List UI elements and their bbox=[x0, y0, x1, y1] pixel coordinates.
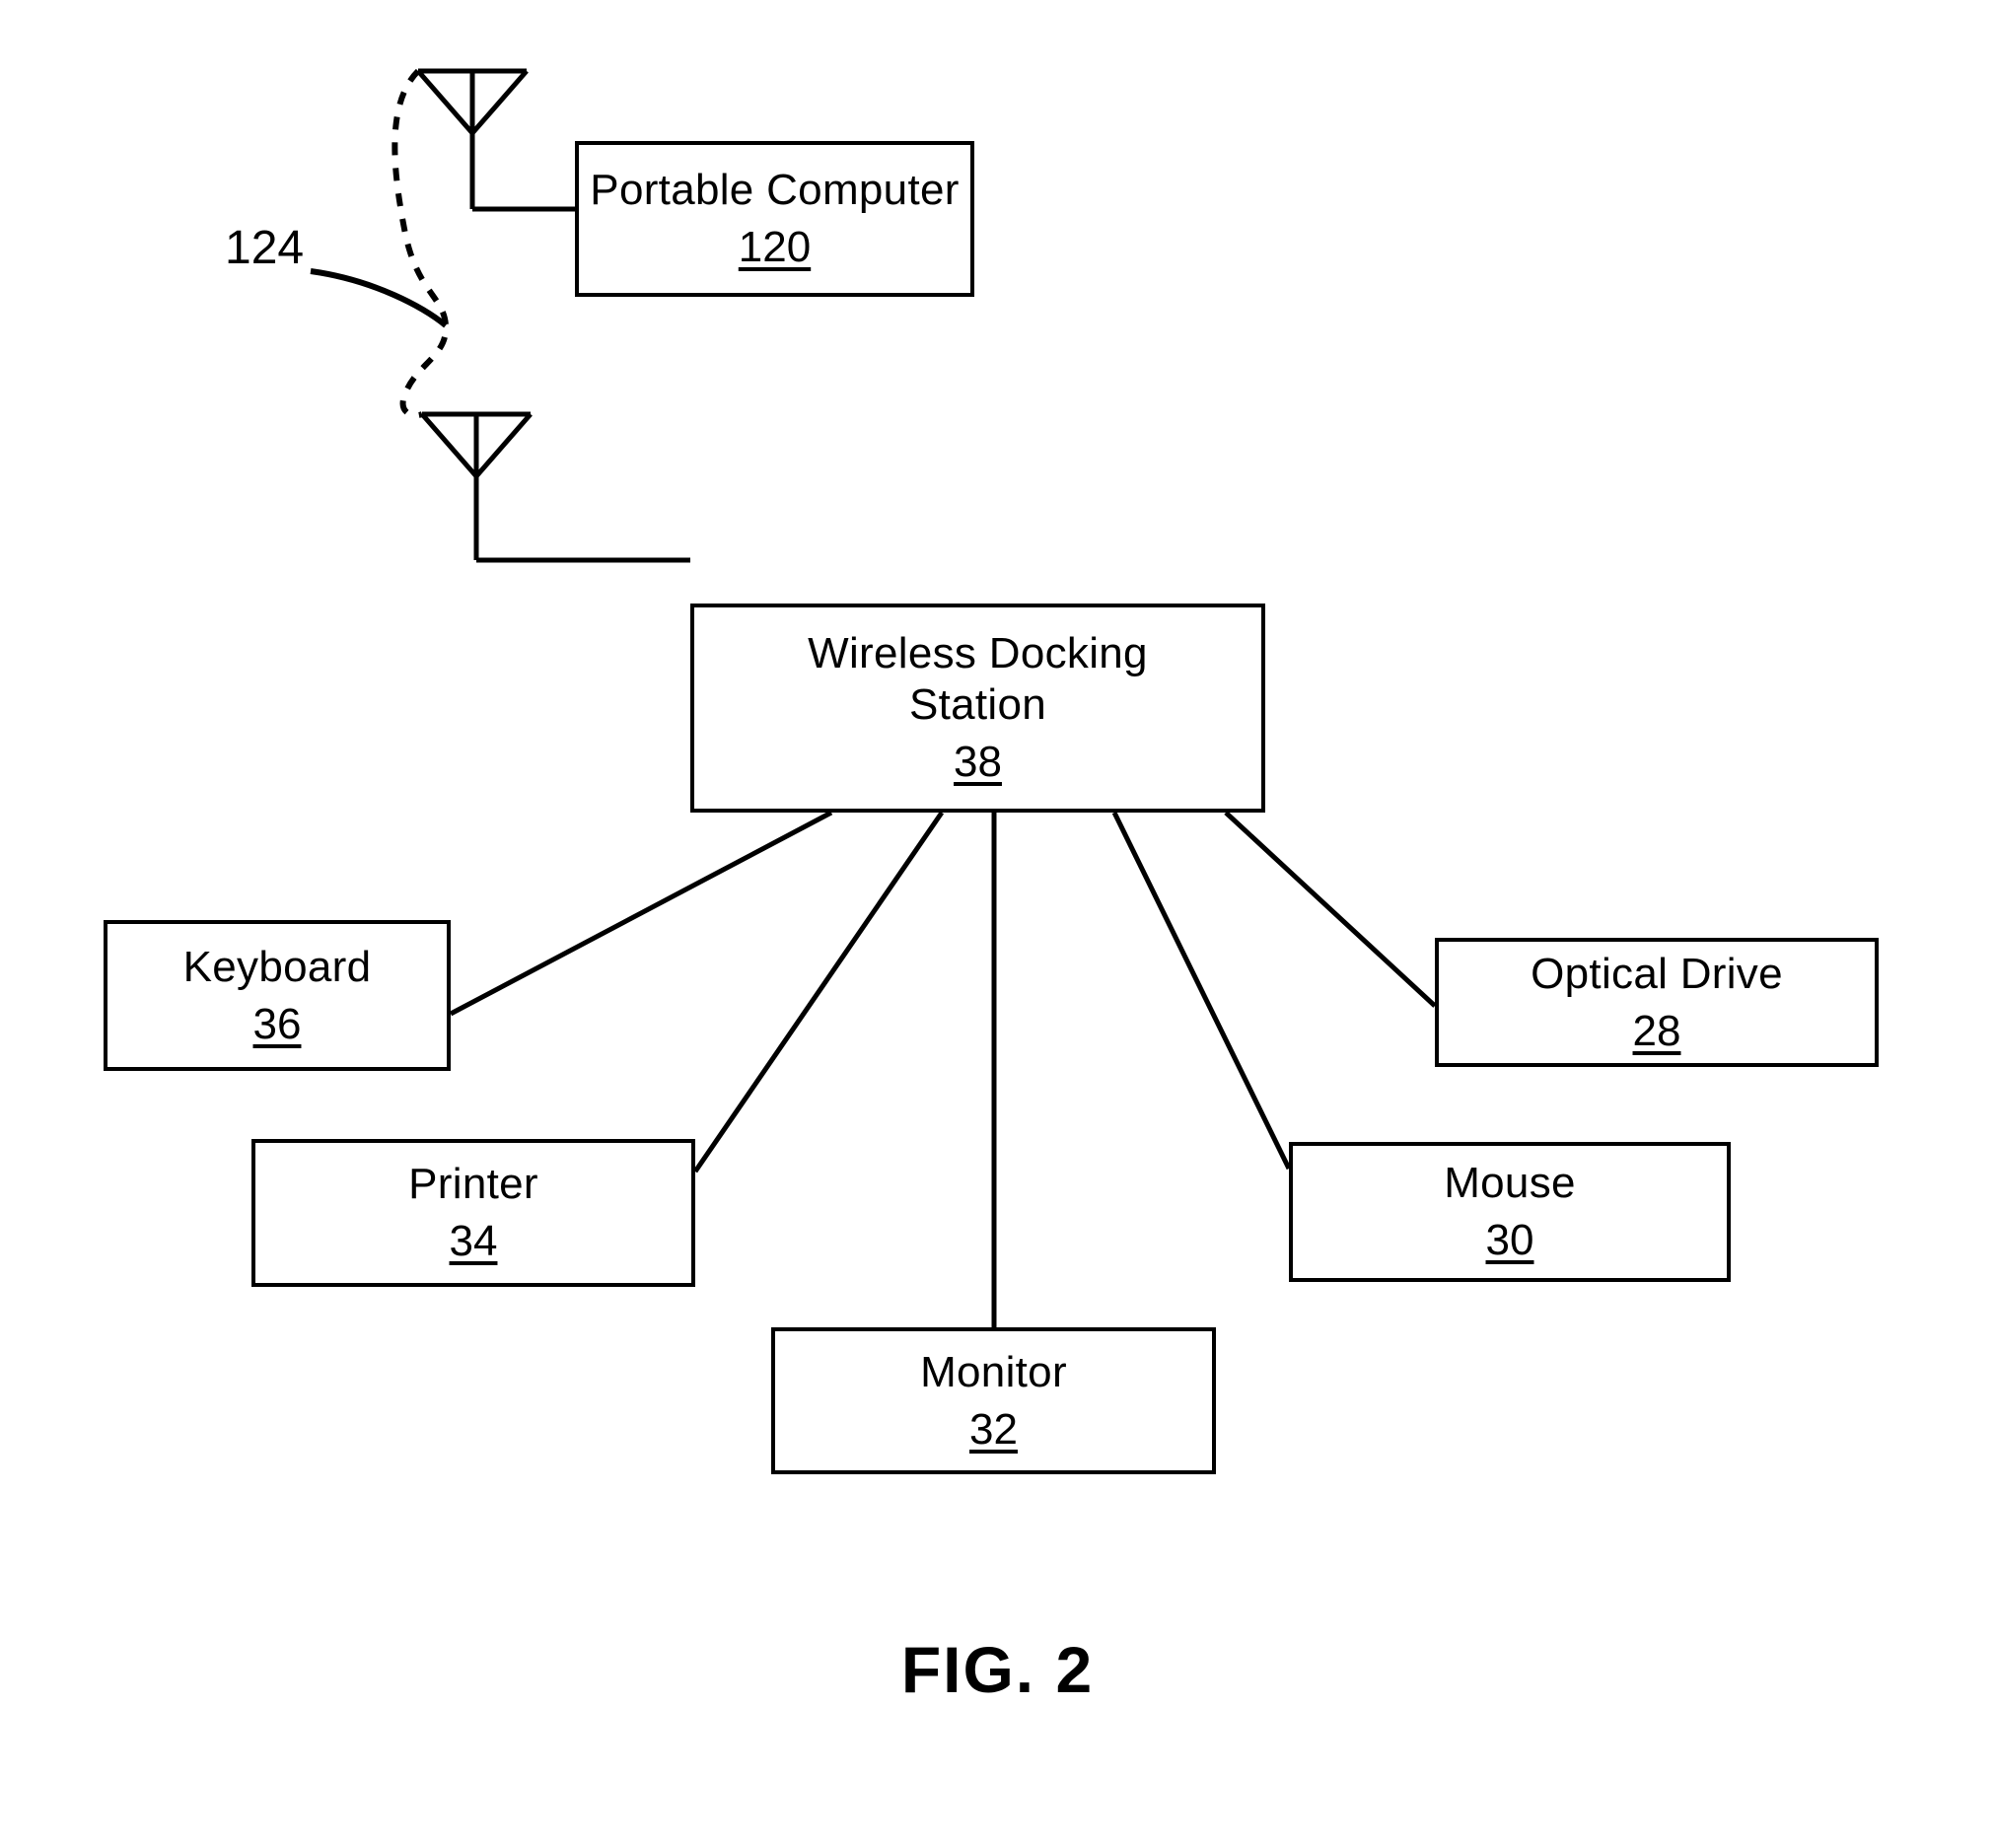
node-monitor-ref: 32 bbox=[969, 1404, 1018, 1454]
node-wireless-docking-station-ref: 38 bbox=[954, 737, 1002, 786]
link-docking-to-keyboard bbox=[449, 810, 833, 1017]
wireless-link-dashed-curve bbox=[392, 68, 450, 419]
node-mouse-label: Mouse bbox=[1444, 1159, 1576, 1208]
node-portable-computer-label: Portable Computer bbox=[590, 166, 960, 215]
link-docking-to-optical-drive bbox=[1224, 811, 1437, 1008]
link-docking-to-mouse bbox=[1111, 811, 1292, 1171]
node-wireless-docking-station-label: Wireless Docking Station bbox=[808, 629, 1148, 730]
node-printer-ref: 34 bbox=[449, 1217, 498, 1265]
callout-leader-124 bbox=[310, 268, 448, 328]
node-optical-drive-label: Optical Drive bbox=[1531, 949, 1783, 998]
antenna-icon-top bbox=[416, 68, 575, 212]
node-mouse-ref: 30 bbox=[1485, 1216, 1534, 1264]
node-optical-drive[interactable]: Optical Drive 28 bbox=[1435, 938, 1879, 1067]
node-optical-drive-ref: 28 bbox=[1632, 1006, 1681, 1055]
node-mouse[interactable]: Mouse 30 bbox=[1289, 1142, 1731, 1282]
node-printer[interactable]: Printer 34 bbox=[251, 1139, 695, 1287]
node-keyboard-ref: 36 bbox=[252, 999, 302, 1048]
callout-ref-124: 124 bbox=[225, 222, 305, 274]
figure-caption: FIG. 2 bbox=[900, 1633, 1095, 1706]
node-printer-label: Printer bbox=[408, 1160, 538, 1209]
node-monitor[interactable]: Monitor 32 bbox=[771, 1327, 1216, 1474]
node-monitor-label: Monitor bbox=[920, 1347, 1067, 1396]
antenna-icon-bottom bbox=[420, 411, 690, 563]
node-keyboard[interactable]: Keyboard 36 bbox=[104, 920, 451, 1071]
node-keyboard-label: Keyboard bbox=[182, 942, 372, 991]
node-portable-computer-ref: 120 bbox=[738, 223, 812, 271]
node-wireless-docking-station[interactable]: Wireless Docking Station 38 bbox=[690, 604, 1265, 813]
node-portable-computer[interactable]: Portable Computer 120 bbox=[575, 141, 974, 297]
